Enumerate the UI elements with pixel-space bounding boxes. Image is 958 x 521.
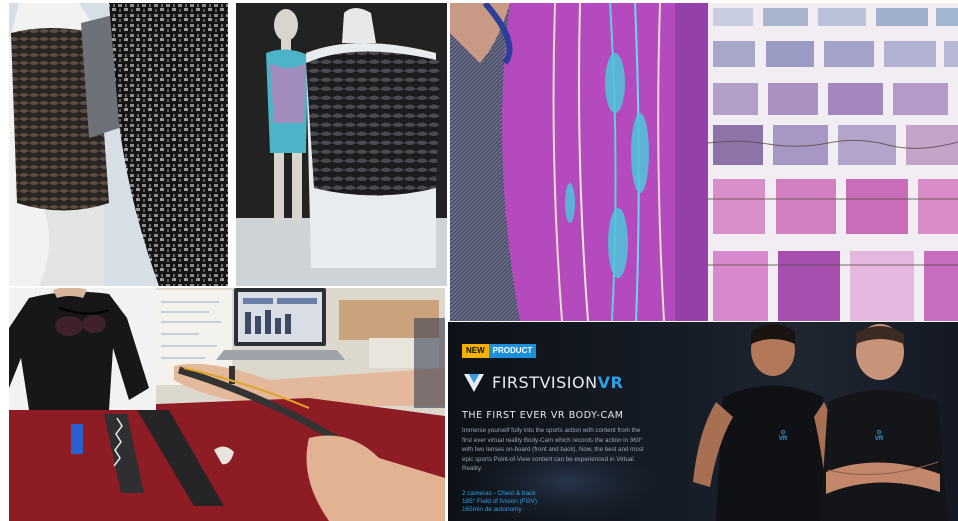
ad-description: Immerse yourself fully into the sports a… (462, 426, 662, 474)
badge-new: NEW (462, 344, 489, 358)
spec-item: 165min de autonomy (462, 506, 522, 513)
ad-specs-list: 2 cameras - Chest & back 185° Field of f… (462, 490, 537, 514)
shirt-vr-mark-right: ⊙ VR (872, 430, 886, 442)
brand-lockup: FIRSTVISIONVR (462, 370, 623, 394)
photo-tiled-garment (9, 3, 228, 286)
ad-copy-block: NEW PRODUCT FIRSTVISIONVR THE FIRST EVER… (462, 322, 707, 521)
badge-product: PRODUCT (488, 344, 537, 358)
photo-swatch-grid (708, 3, 958, 321)
vr-mark-text: VR (778, 436, 788, 442)
tiled-garment-illustration (9, 3, 228, 286)
description-line: with two lenses on-board (front and back… (462, 446, 644, 454)
firstvision-vr-advert: ⊙ VR ⊙ VR NEW PRODUCT FIRSTVISIONVR THE … (448, 322, 958, 521)
firstvision-logo-icon (464, 374, 484, 392)
brand-name: FIRSTVISIONVR (492, 372, 624, 392)
description-line: Reality. (462, 465, 483, 473)
swatch-grid-illustration (708, 3, 958, 321)
description-line: first ever virtual reality Body-Cam whic… (462, 436, 643, 444)
new-product-badge: NEW PRODUCT (462, 344, 537, 358)
photo-mannequins (236, 3, 447, 286)
shirt-back-illustration (9, 288, 156, 410)
stitched-fabric-illustration (450, 3, 708, 321)
mannequins-illustration (236, 3, 447, 286)
vr-mark-text: VR (874, 436, 884, 442)
description-line: epic sports Point-of-View content can be… (462, 455, 634, 463)
spec-item: 185° Field of fvision (FOV) (462, 498, 538, 505)
shirt-vr-mark-left: ⊙ VR (776, 430, 790, 442)
spec-item: 2 cameras - Chest & back (462, 490, 536, 497)
photo-shirt-back (9, 288, 156, 410)
photo-stitched-fabric (450, 3, 708, 321)
ad-headline: THE FIRST EVER VR BODY-CAM (462, 410, 624, 421)
description-line: Immerse yourself fully into the sports a… (462, 427, 641, 434)
